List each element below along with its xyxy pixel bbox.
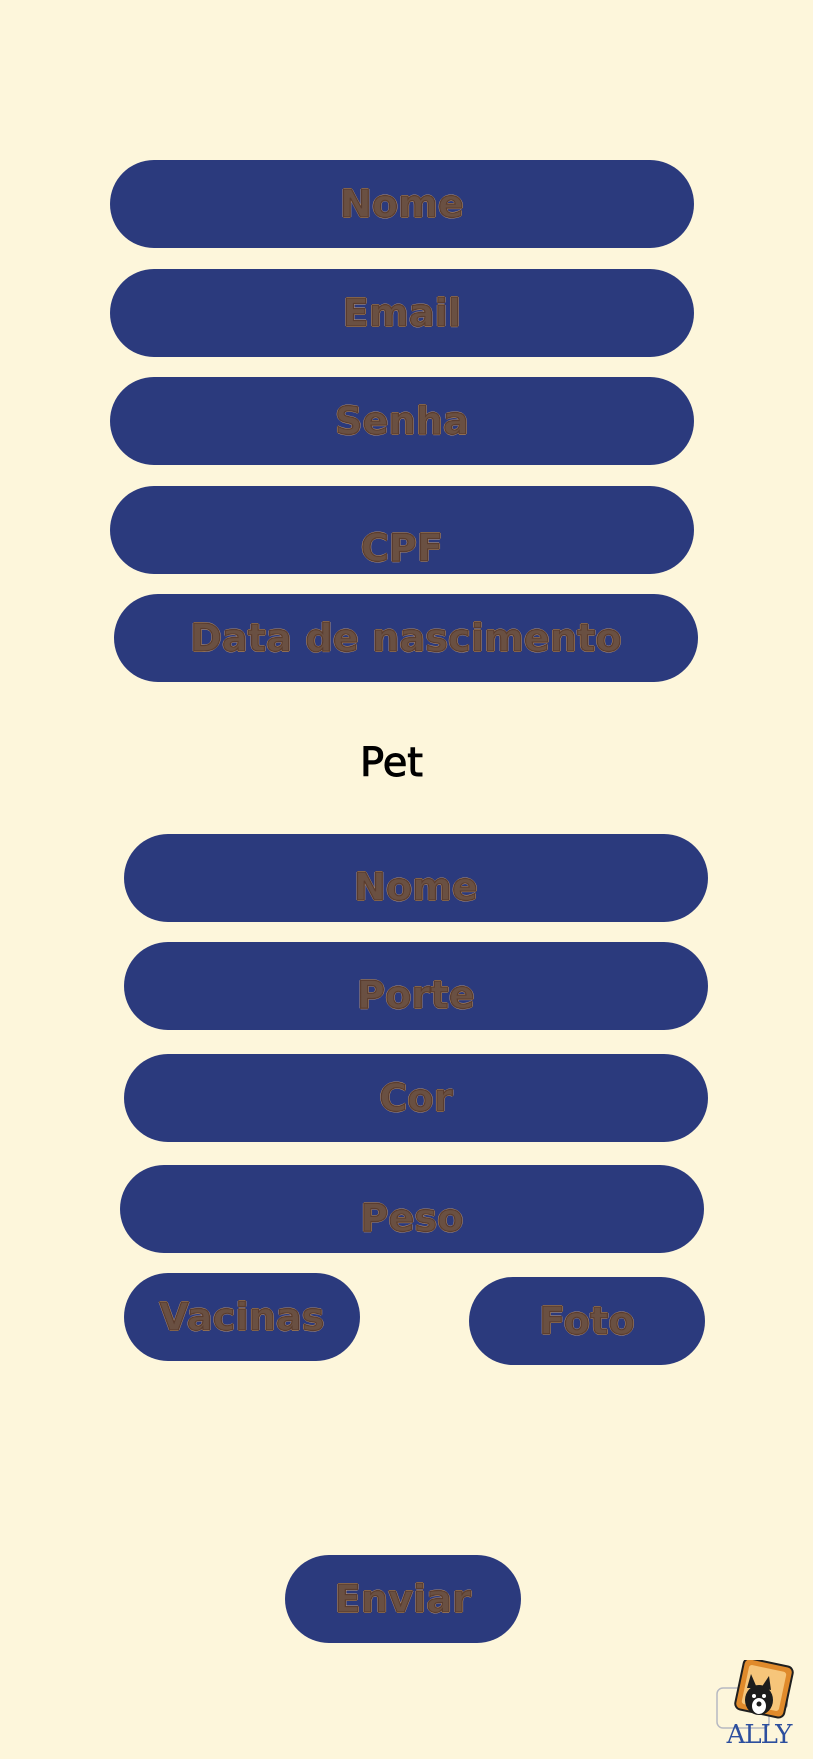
- ally-logo: ALLY: [715, 1660, 803, 1750]
- vaccines-label: Vacinas: [159, 1294, 325, 1339]
- cpf-label: CPF: [360, 525, 444, 570]
- email-field[interactable]: Email: [110, 269, 694, 357]
- pet-weight-label: Peso: [360, 1195, 464, 1240]
- email-label: Email: [342, 290, 462, 335]
- pet-section-title: Pet: [360, 740, 424, 787]
- password-field[interactable]: Senha: [110, 377, 694, 465]
- cpf-field[interactable]: CPF: [110, 486, 694, 574]
- pet-size-field[interactable]: Porte: [124, 942, 708, 1030]
- photo-button[interactable]: Foto: [469, 1277, 705, 1365]
- submit-label: Enviar: [334, 1576, 472, 1621]
- password-label: Senha: [334, 398, 469, 443]
- pet-name-label: Nome: [353, 864, 479, 909]
- photo-label: Foto: [539, 1298, 636, 1343]
- pet-size-label: Porte: [357, 972, 476, 1017]
- birthdate-label: Data de nascimento: [190, 615, 623, 660]
- owner-name-field[interactable]: Nome: [110, 160, 694, 248]
- pet-color-field[interactable]: Cor: [124, 1054, 708, 1142]
- pet-weight-field[interactable]: Peso: [120, 1165, 704, 1253]
- vaccines-button[interactable]: Vacinas: [124, 1273, 360, 1361]
- pet-name-field[interactable]: Nome: [124, 834, 708, 922]
- birthdate-field[interactable]: Data de nascimento: [114, 594, 698, 682]
- logo-wordmark: ALLY: [726, 1720, 793, 1750]
- owner-name-label: Nome: [339, 181, 465, 226]
- submit-button[interactable]: Enviar: [285, 1555, 521, 1643]
- pet-color-label: Cor: [379, 1075, 453, 1120]
